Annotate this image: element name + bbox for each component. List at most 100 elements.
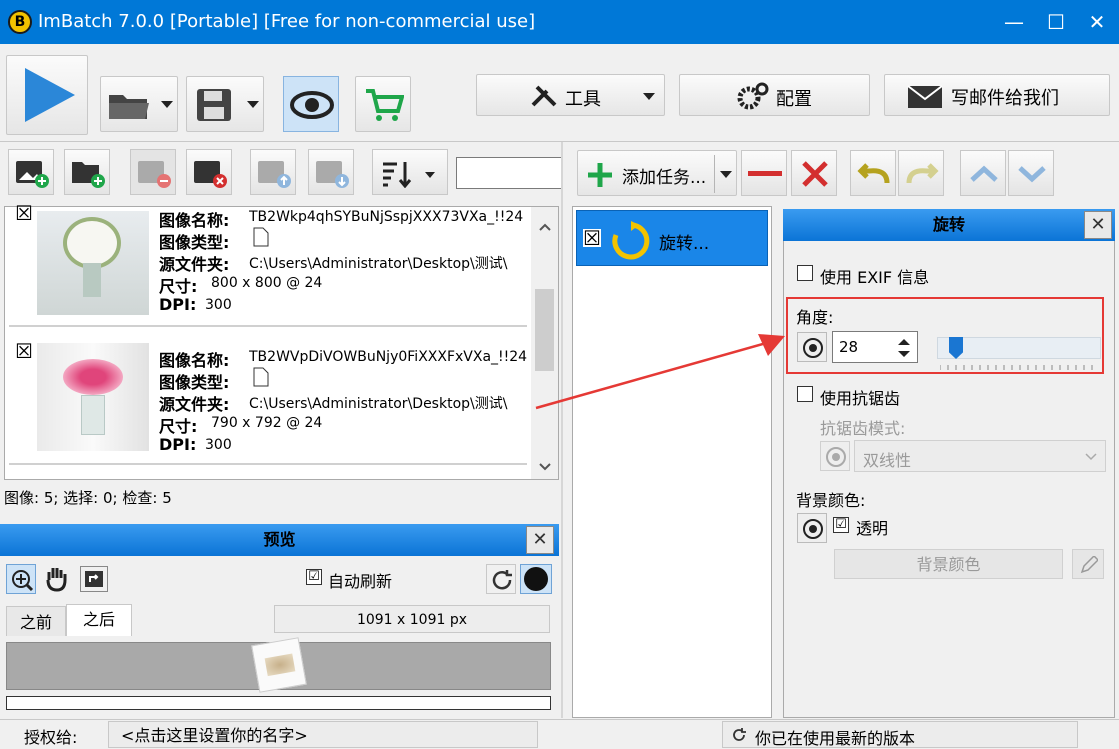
task-list[interactable]: ☒ 旋转... — [572, 206, 772, 718]
image-list[interactable]: ☒ 图像名称: TB2Wkp4qhSYBuNjSspjXXX73VXa_!!24… — [4, 203, 559, 480]
color-picker-button[interactable] — [1072, 549, 1104, 579]
hand-icon — [46, 568, 67, 592]
image-add-icon — [16, 161, 49, 188]
scroll-down-icon[interactable] — [539, 463, 551, 471]
minimize-icon — [991, 0, 1037, 44]
move-down-image-button[interactable] — [308, 149, 354, 195]
list-item[interactable]: ☒ 图像名称: TB2Wkp4qhSYBuNjSspjXXX73VXa_!!24… — [9, 203, 527, 327]
transparent-checkbox[interactable]: ☑ — [833, 517, 849, 533]
folder-open-icon — [109, 95, 149, 119]
zoom-fit-button[interactable] — [6, 564, 36, 594]
email-us-button[interactable]: 写邮件给我们 — [884, 74, 1110, 116]
bg-reset-button[interactable] — [797, 513, 827, 543]
remove-image-button[interactable] — [130, 149, 176, 195]
task-checkbox[interactable]: ☒ — [583, 228, 601, 248]
open-folder-button[interactable] — [100, 76, 178, 132]
rotate-panel-close-button[interactable]: ✕ — [1084, 211, 1112, 239]
image-remove-icon — [138, 161, 171, 188]
pane-splitter[interactable] — [561, 142, 563, 718]
source-folder-value: C:\Users\Administrator\Desktop\测试\ — [249, 256, 508, 272]
crop-button[interactable] — [80, 566, 108, 592]
spin-arrows-icon[interactable] — [895, 336, 913, 360]
delete-task-button[interactable] — [791, 150, 837, 196]
chevron-up-icon — [970, 165, 998, 182]
angle-reset-button[interactable] — [797, 332, 827, 362]
move-task-up-button[interactable] — [960, 150, 1006, 196]
plus-icon — [588, 163, 612, 187]
angle-spinbox[interactable]: 28 — [832, 331, 918, 363]
rotate-panel-header: 旋转 — [783, 209, 1115, 241]
window-title: ImBatch 7.0.0 [Portable] [Free for non-c… — [38, 11, 536, 32]
use-exif-label: 使用 EXIF 信息 — [820, 268, 930, 287]
tools-button[interactable]: 工具 — [476, 74, 665, 116]
item-checkbox[interactable]: ☒ — [15, 203, 33, 223]
minus-icon — [748, 171, 782, 176]
antialias-reset-button[interactable] — [820, 441, 850, 471]
sort-button[interactable] — [372, 149, 448, 195]
dpi-label: DPI: — [159, 435, 197, 454]
list-item[interactable]: ☒ 图像名称: TB2WVpDiVOWBuNjy0FiXXXFxVXa_!!24… — [9, 339, 527, 465]
chevron-down-icon[interactable] — [720, 171, 732, 178]
file-icon — [253, 367, 269, 387]
bg-color-button[interactable]: 背景颜色 — [834, 549, 1063, 579]
dpi-label: DPI: — [159, 295, 197, 314]
app-logo-icon: B — [8, 10, 32, 34]
buy-button[interactable] — [355, 76, 411, 132]
add-folder-button[interactable] — [64, 149, 110, 195]
task-item-rotate[interactable]: ☒ 旋转... — [576, 210, 768, 266]
preview-toggle-button[interactable] — [283, 76, 339, 132]
pan-button[interactable] — [40, 564, 72, 594]
chevron-down-icon[interactable] — [161, 101, 173, 108]
remove-task-button[interactable] — [741, 150, 787, 196]
chevron-down-icon — [1085, 453, 1097, 461]
antialias-mode-label: 抗锯齿模式: — [820, 419, 906, 438]
tools-label: 工具 — [565, 89, 601, 110]
pencil-icon — [1080, 556, 1098, 574]
save-button[interactable] — [186, 76, 264, 132]
auto-refresh-checkbox[interactable]: ☑ — [306, 569, 322, 585]
delete-x-icon — [802, 161, 828, 187]
search-input[interactable] — [456, 157, 562, 189]
item-checkbox[interactable]: ☒ — [15, 341, 33, 361]
run-button[interactable] — [6, 55, 88, 135]
image-type-label: 图像类型: — [159, 233, 230, 252]
tab-before[interactable]: 之前 — [6, 606, 66, 636]
close-window-button[interactable]: ✕ — [1075, 0, 1119, 44]
add-image-button[interactable] — [8, 149, 54, 195]
background-toggle-button[interactable] — [520, 564, 552, 594]
image-type-label: 图像类型: — [159, 373, 230, 392]
refresh-icon — [733, 728, 746, 741]
scroll-up-icon[interactable] — [539, 223, 551, 231]
preview-close-button[interactable]: ✕ — [526, 526, 554, 554]
refresh-icon — [492, 570, 512, 590]
angle-slider-track[interactable] — [937, 337, 1101, 359]
chevron-down-icon — [1018, 166, 1046, 183]
use-exif-checkbox[interactable] — [797, 265, 813, 281]
angle-slider-thumb[interactable] — [949, 337, 963, 359]
antialias-mode-select[interactable]: 双线性 — [854, 440, 1106, 472]
title-bar: B ImBatch 7.0.0 [Portable] [Free for non… — [0, 0, 1119, 44]
add-task-button[interactable]: 添加任务... — [577, 150, 737, 196]
tulips-shape — [63, 359, 123, 395]
tab-after[interactable]: 之后 — [66, 604, 132, 636]
dimensions-label: 尺寸: — [159, 417, 198, 436]
redo-button[interactable] — [898, 150, 944, 196]
chevron-down-icon[interactable] — [247, 101, 259, 108]
license-name-field[interactable]: <点击这里设置你的名字> — [108, 721, 538, 748]
gears-icon — [737, 82, 769, 110]
move-task-down-button[interactable] — [1008, 150, 1054, 196]
maximize-button[interactable]: ☐ — [1037, 0, 1075, 44]
move-up-image-button[interactable] — [250, 149, 296, 195]
task-label: 旋转... — [659, 234, 710, 254]
wrench-icon — [531, 85, 557, 107]
antialias-mode-value: 双线性 — [863, 451, 912, 470]
refresh-preview-button[interactable] — [486, 564, 516, 594]
source-folder-label: 源文件夹: — [159, 255, 230, 274]
circle-icon — [524, 567, 548, 591]
clear-images-button[interactable] — [186, 149, 232, 195]
slider-ticks — [940, 365, 1093, 370]
config-button[interactable]: 配置 — [679, 74, 870, 116]
folder-add-icon — [72, 162, 105, 188]
undo-button[interactable] — [850, 150, 896, 196]
